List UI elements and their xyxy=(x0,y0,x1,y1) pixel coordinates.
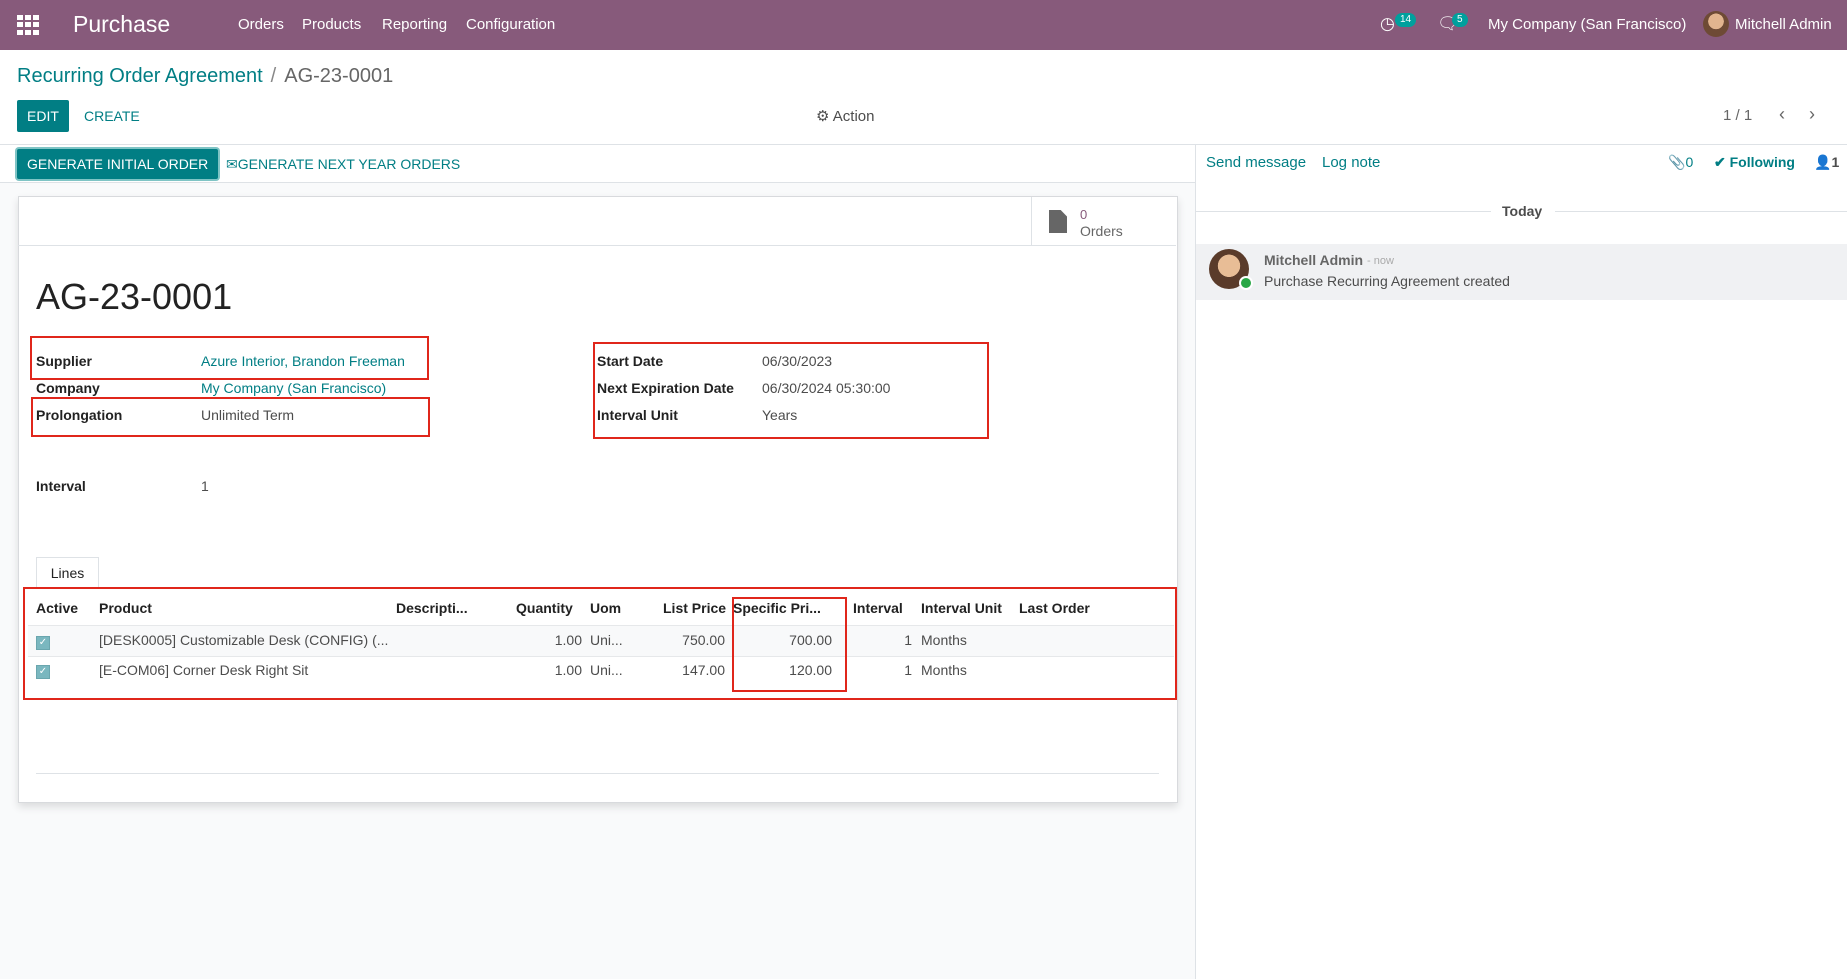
orders-count: 0 xyxy=(1080,207,1088,222)
menu-products[interactable]: Products xyxy=(302,16,361,33)
menu-reporting[interactable]: Reporting xyxy=(382,16,447,33)
user-menu[interactable]: Mitchell Admin xyxy=(1735,16,1832,33)
edit-button[interactable]: EDIT xyxy=(17,100,69,132)
tab-lines[interactable]: Lines xyxy=(36,557,99,589)
company-field[interactable]: My Company (San Francisco) xyxy=(201,380,386,396)
breadcrumb-separator: / xyxy=(270,65,277,87)
action-dropdown[interactable]: ⚙ Action xyxy=(816,107,875,125)
message-count-badge: 5 xyxy=(1452,13,1468,27)
form-footer-divider xyxy=(36,773,1159,774)
apps-menu-icon[interactable] xyxy=(17,15,39,35)
pager-previous-icon[interactable]: ‹ xyxy=(1779,104,1785,125)
online-status-icon xyxy=(1239,276,1253,290)
interval-label: Interval xyxy=(36,478,86,494)
check-icon: ✔ xyxy=(1714,154,1726,170)
log-note-button[interactable]: Log note xyxy=(1322,154,1380,171)
attachment-count: 0 xyxy=(1685,154,1694,170)
attachments-button[interactable]: 📎0 xyxy=(1668,154,1693,171)
following-label: Following xyxy=(1729,154,1795,170)
message-time: - now xyxy=(1367,255,1394,267)
activity-count-badge: 14 xyxy=(1395,13,1417,27)
company-label: Company xyxy=(36,380,100,396)
generate-initial-order-button[interactable]: GENERATE INITIAL ORDER xyxy=(17,149,219,179)
date-divider-left xyxy=(1196,211,1491,212)
date-divider-right xyxy=(1555,211,1847,212)
gear-icon: ⚙ xyxy=(816,108,830,125)
company-switcher[interactable]: My Company (San Francisco) xyxy=(1488,16,1686,33)
pager-next-icon[interactable]: › xyxy=(1809,104,1815,125)
user-icon: 👤 xyxy=(1814,154,1832,170)
prolongation-highlight-box xyxy=(31,397,430,437)
generate-next-year-orders-button[interactable]: ✉GENERATE NEXT YEAR ORDERS xyxy=(226,149,460,179)
create-button[interactable]: CREATE xyxy=(84,100,140,132)
paperclip-icon: 📎 xyxy=(1668,154,1686,170)
activity-clock-icon[interactable]: ◷ xyxy=(1380,14,1395,34)
followers-count: 1 xyxy=(1831,154,1840,170)
followers-button[interactable]: 👤1 xyxy=(1814,154,1839,171)
lines-highlight-box xyxy=(23,587,1177,700)
breadcrumb-current: AG-23-0001 xyxy=(284,65,394,87)
app-name[interactable]: Purchase xyxy=(73,11,170,38)
orders-label: Orders xyxy=(1080,223,1123,239)
action-label: Action xyxy=(832,108,875,125)
generate-next-label: GENERATE NEXT YEAR ORDERS xyxy=(237,156,461,172)
message-author[interactable]: Mitchell Admin xyxy=(1264,252,1363,268)
specific-price-highlight-box xyxy=(732,597,847,692)
date-divider-label: Today xyxy=(1502,203,1543,219)
pager-value[interactable]: 1 / 1 xyxy=(1723,107,1752,124)
menu-configuration[interactable]: Configuration xyxy=(466,16,555,33)
menu-orders[interactable]: Orders xyxy=(238,16,284,33)
breadcrumb: Recurring Order Agreement / AG-23-0001 xyxy=(17,65,393,88)
message-body: Purchase Recurring Agreement created xyxy=(1264,273,1510,289)
breadcrumb-parent[interactable]: Recurring Order Agreement xyxy=(17,65,263,87)
supplier-highlight-box xyxy=(30,336,429,380)
dates-highlight-box xyxy=(593,342,989,439)
send-message-button[interactable]: Send message xyxy=(1206,154,1306,171)
interval-field[interactable]: 1 xyxy=(201,478,209,494)
envelope-icon: ✉ xyxy=(226,156,238,172)
button-box xyxy=(18,196,1176,246)
following-button[interactable]: ✔ Following xyxy=(1714,154,1795,171)
record-title: AG-23-0001 xyxy=(36,276,233,317)
user-avatar[interactable] xyxy=(1703,11,1729,37)
